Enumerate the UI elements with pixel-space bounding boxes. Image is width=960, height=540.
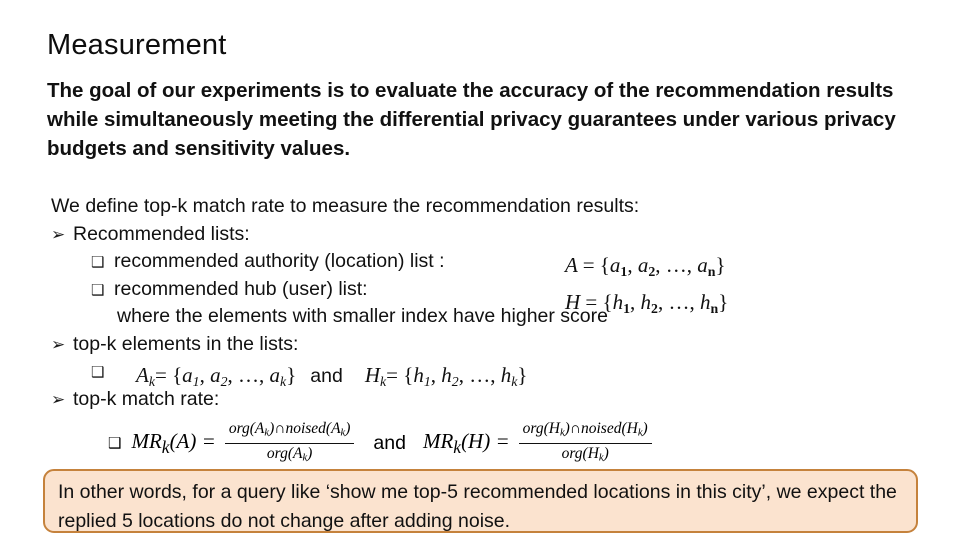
topk-H-lhs: H (364, 363, 381, 387)
square-bullet-icon: ❑ (91, 281, 105, 299)
square-bullet-icon: ❑ (108, 435, 122, 453)
mr-h-num-part3: ) (642, 420, 648, 437)
topk-H-s1: 1 (423, 373, 431, 389)
mr-h-denominator: org(Hk) (518, 442, 652, 467)
mr-h-arg: (H) (461, 428, 491, 453)
set-A-ellipsis: , …, (655, 253, 698, 277)
topk-A-eq: = { (154, 363, 183, 387)
set-definitions: A = {a1, a2, …, an} H = {h1, h2, …, hn} (565, 250, 728, 324)
callout-box: In other words, for a query like ‘show m… (43, 469, 918, 533)
bullet-authority-list-label: recommended authority (location) list : (114, 250, 445, 272)
topk-H-ek: h (500, 363, 512, 387)
mr-h-numerator: org(Hk)∩noised(Hk) (519, 420, 652, 443)
topk-H-close: } (517, 363, 528, 387)
topk-A-close: } (286, 363, 297, 387)
set-H-e2: h (640, 289, 652, 314)
where-note-text: where the elements with smaller index ha… (117, 305, 608, 327)
topk-A-e2: a (210, 363, 221, 387)
topk-A-lhs: A (136, 363, 149, 387)
bullet-hub-list: ❑ recommended hub (user) list: (47, 276, 927, 304)
bullet-topk-elements: ➢ top-k elements in the lists: (47, 331, 927, 359)
bullet-topk-match-rate-label: top-k match rate: (73, 387, 220, 410)
set-definition-A: A = {a1, a2, …, an} (565, 253, 726, 279)
set-H-ellipsis: , …, (657, 289, 700, 314)
topk-A-s2: 2 (220, 373, 228, 389)
bullet-hub-list-label: recommended hub (user) list: (114, 277, 368, 300)
page-title: Measurement (47, 29, 227, 61)
mr-a-arg: (A) (169, 428, 197, 453)
mr-a-den-part1: org(A (266, 444, 303, 462)
topk-A-s1: 1 (192, 373, 200, 389)
mr-a-eq: = (201, 428, 216, 453)
mr-a-lhs: MR (131, 428, 162, 453)
topk-A-ellipsis: , …, (227, 363, 270, 387)
topk-H-s2: 2 (451, 373, 459, 389)
set-H-close: } (718, 289, 729, 314)
bullet-topk-elements-label: top-k elements in the lists: (73, 332, 299, 355)
mr-a-fraction: org(Ak)∩noised(Ak) org(Ak) (224, 420, 355, 467)
arrow-bullet-icon: ➢ (51, 389, 66, 409)
topk-A-ek: a (269, 363, 281, 387)
set-A-en: a (697, 253, 708, 277)
formula-and-word: and (373, 431, 406, 454)
define-line-text: We define top-k match rate to measure th… (51, 195, 640, 217)
match-rate-formulas: ❑ MRk(A) = org(Ak)∩noised(Ak) org(Ak) an… (108, 420, 654, 466)
slide-canvas: Measurement The goal of our experiments … (0, 0, 960, 540)
set-H-e1: h (612, 289, 624, 314)
mr-a-denominator: org(Ak) (224, 442, 355, 467)
callout-text: In other words, for a query like ‘show m… (58, 481, 897, 532)
mr-h-eq: = (495, 428, 510, 453)
mr-a-den-part2: ) (307, 444, 313, 462)
topk-H-eq: = { (386, 363, 414, 387)
mr-h-den-part1: org(H (561, 444, 599, 462)
set-H-eq: = { (585, 289, 613, 314)
set-A-e1: a (609, 253, 621, 277)
set-A-close: } (715, 253, 726, 277)
set-A-e2: a (637, 253, 649, 277)
bullet-recommended-lists: ➢ Recommended lists: (47, 221, 927, 249)
mr-h-lhs: MR (422, 428, 454, 453)
topk-H-e1: h (413, 363, 424, 387)
mr-a-num-part2: )∩noised(A (269, 420, 341, 437)
mr-a-lhs-sub: k (161, 436, 170, 457)
arrow-bullet-icon: ➢ (51, 334, 66, 354)
set-A-lhs: A (565, 253, 578, 277)
topk-H-ellipsis: , …, (458, 363, 501, 387)
intro-paragraph: The goal of our experiments is to evalua… (47, 79, 896, 160)
mr-a-num-part3: ) (345, 420, 351, 437)
define-line: We define top-k match rate to measure th… (47, 193, 927, 221)
topk-A-e1: a (182, 363, 193, 387)
set-A-eq: = { (582, 253, 610, 277)
mr-h-fraction: org(Hk)∩noised(Hk) org(Hk) (518, 420, 652, 467)
bullet-authority-list: ❑ recommended authority (location) list : (47, 248, 927, 276)
arrow-bullet-icon: ➢ (51, 224, 66, 244)
set-H-s1: 1 (623, 300, 631, 316)
set-H-en: h (699, 289, 711, 314)
mr-h-num-part2: )∩noised(H (564, 420, 638, 437)
mr-h-lhs-sub: k (453, 436, 462, 457)
topk-and-word: and (310, 365, 343, 387)
set-definition-H: H = {h1, h2, …, hn} (565, 289, 729, 316)
mr-a-numerator: org(Ak)∩noised(Ak) (225, 420, 355, 443)
formula-mr-h: MRk(H) = org(Hk)∩noised(Hk) org(Hk) (423, 420, 654, 466)
square-bullet-icon: ❑ (91, 254, 105, 271)
where-note: where the elements with smaller index ha… (47, 303, 927, 331)
formula-mr-a: MRk(A) = org(Ak)∩noised(Ak) org(Ak) (131, 420, 356, 466)
square-bullet-icon: ❑ (91, 364, 105, 381)
set-H-lhs: H (565, 289, 581, 314)
mr-a-num-part1: org(A (228, 420, 265, 437)
topk-set-definitions: Ak= {a1, a2, …, ak} and Hk= {h1, h2, …, hk… (136, 363, 528, 389)
bullet-recommended-lists-label: Recommended lists: (73, 222, 250, 245)
mr-h-den-part2: ) (603, 444, 609, 462)
set-H-s2: 2 (651, 300, 658, 316)
mr-h-num-part1: org(H (522, 420, 560, 437)
topk-H-e2: h (441, 363, 452, 387)
